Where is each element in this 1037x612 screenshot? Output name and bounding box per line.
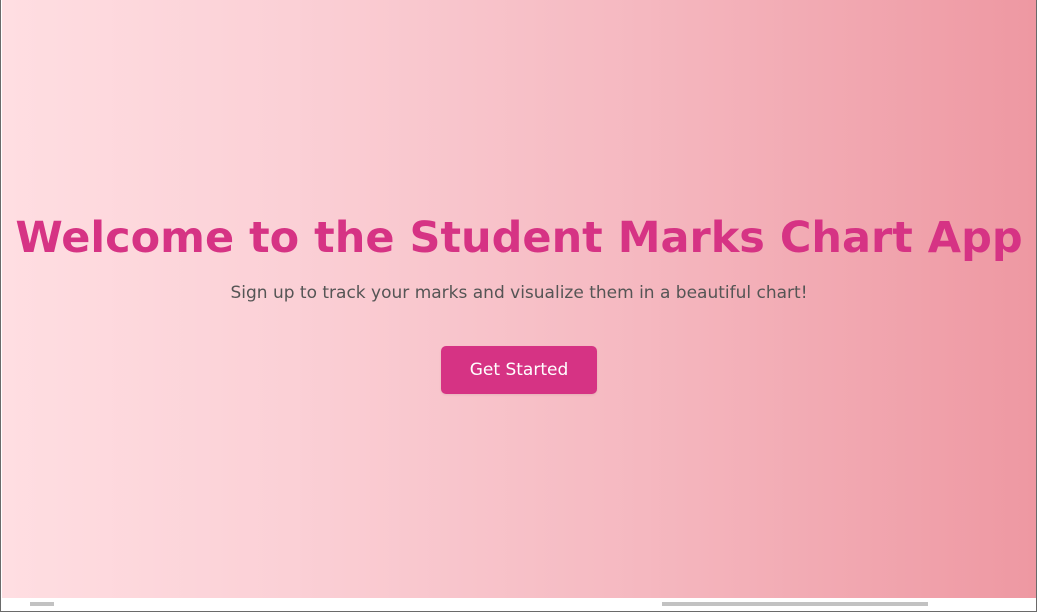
footer-text-fragment: [30, 602, 54, 606]
page-title: Welcome to the Student Marks Chart App: [15, 213, 1023, 263]
browser-viewport: Welcome to the Student Marks Chart App S…: [0, 0, 1037, 612]
get-started-button[interactable]: Get Started: [441, 346, 597, 394]
partially-visible-footer: [2, 598, 1036, 611]
hero-section: Welcome to the Student Marks Chart App S…: [2, 0, 1036, 598]
page-subtitle: Sign up to track your marks and visualiz…: [230, 283, 808, 303]
footer-text-fragment: [662, 602, 928, 606]
